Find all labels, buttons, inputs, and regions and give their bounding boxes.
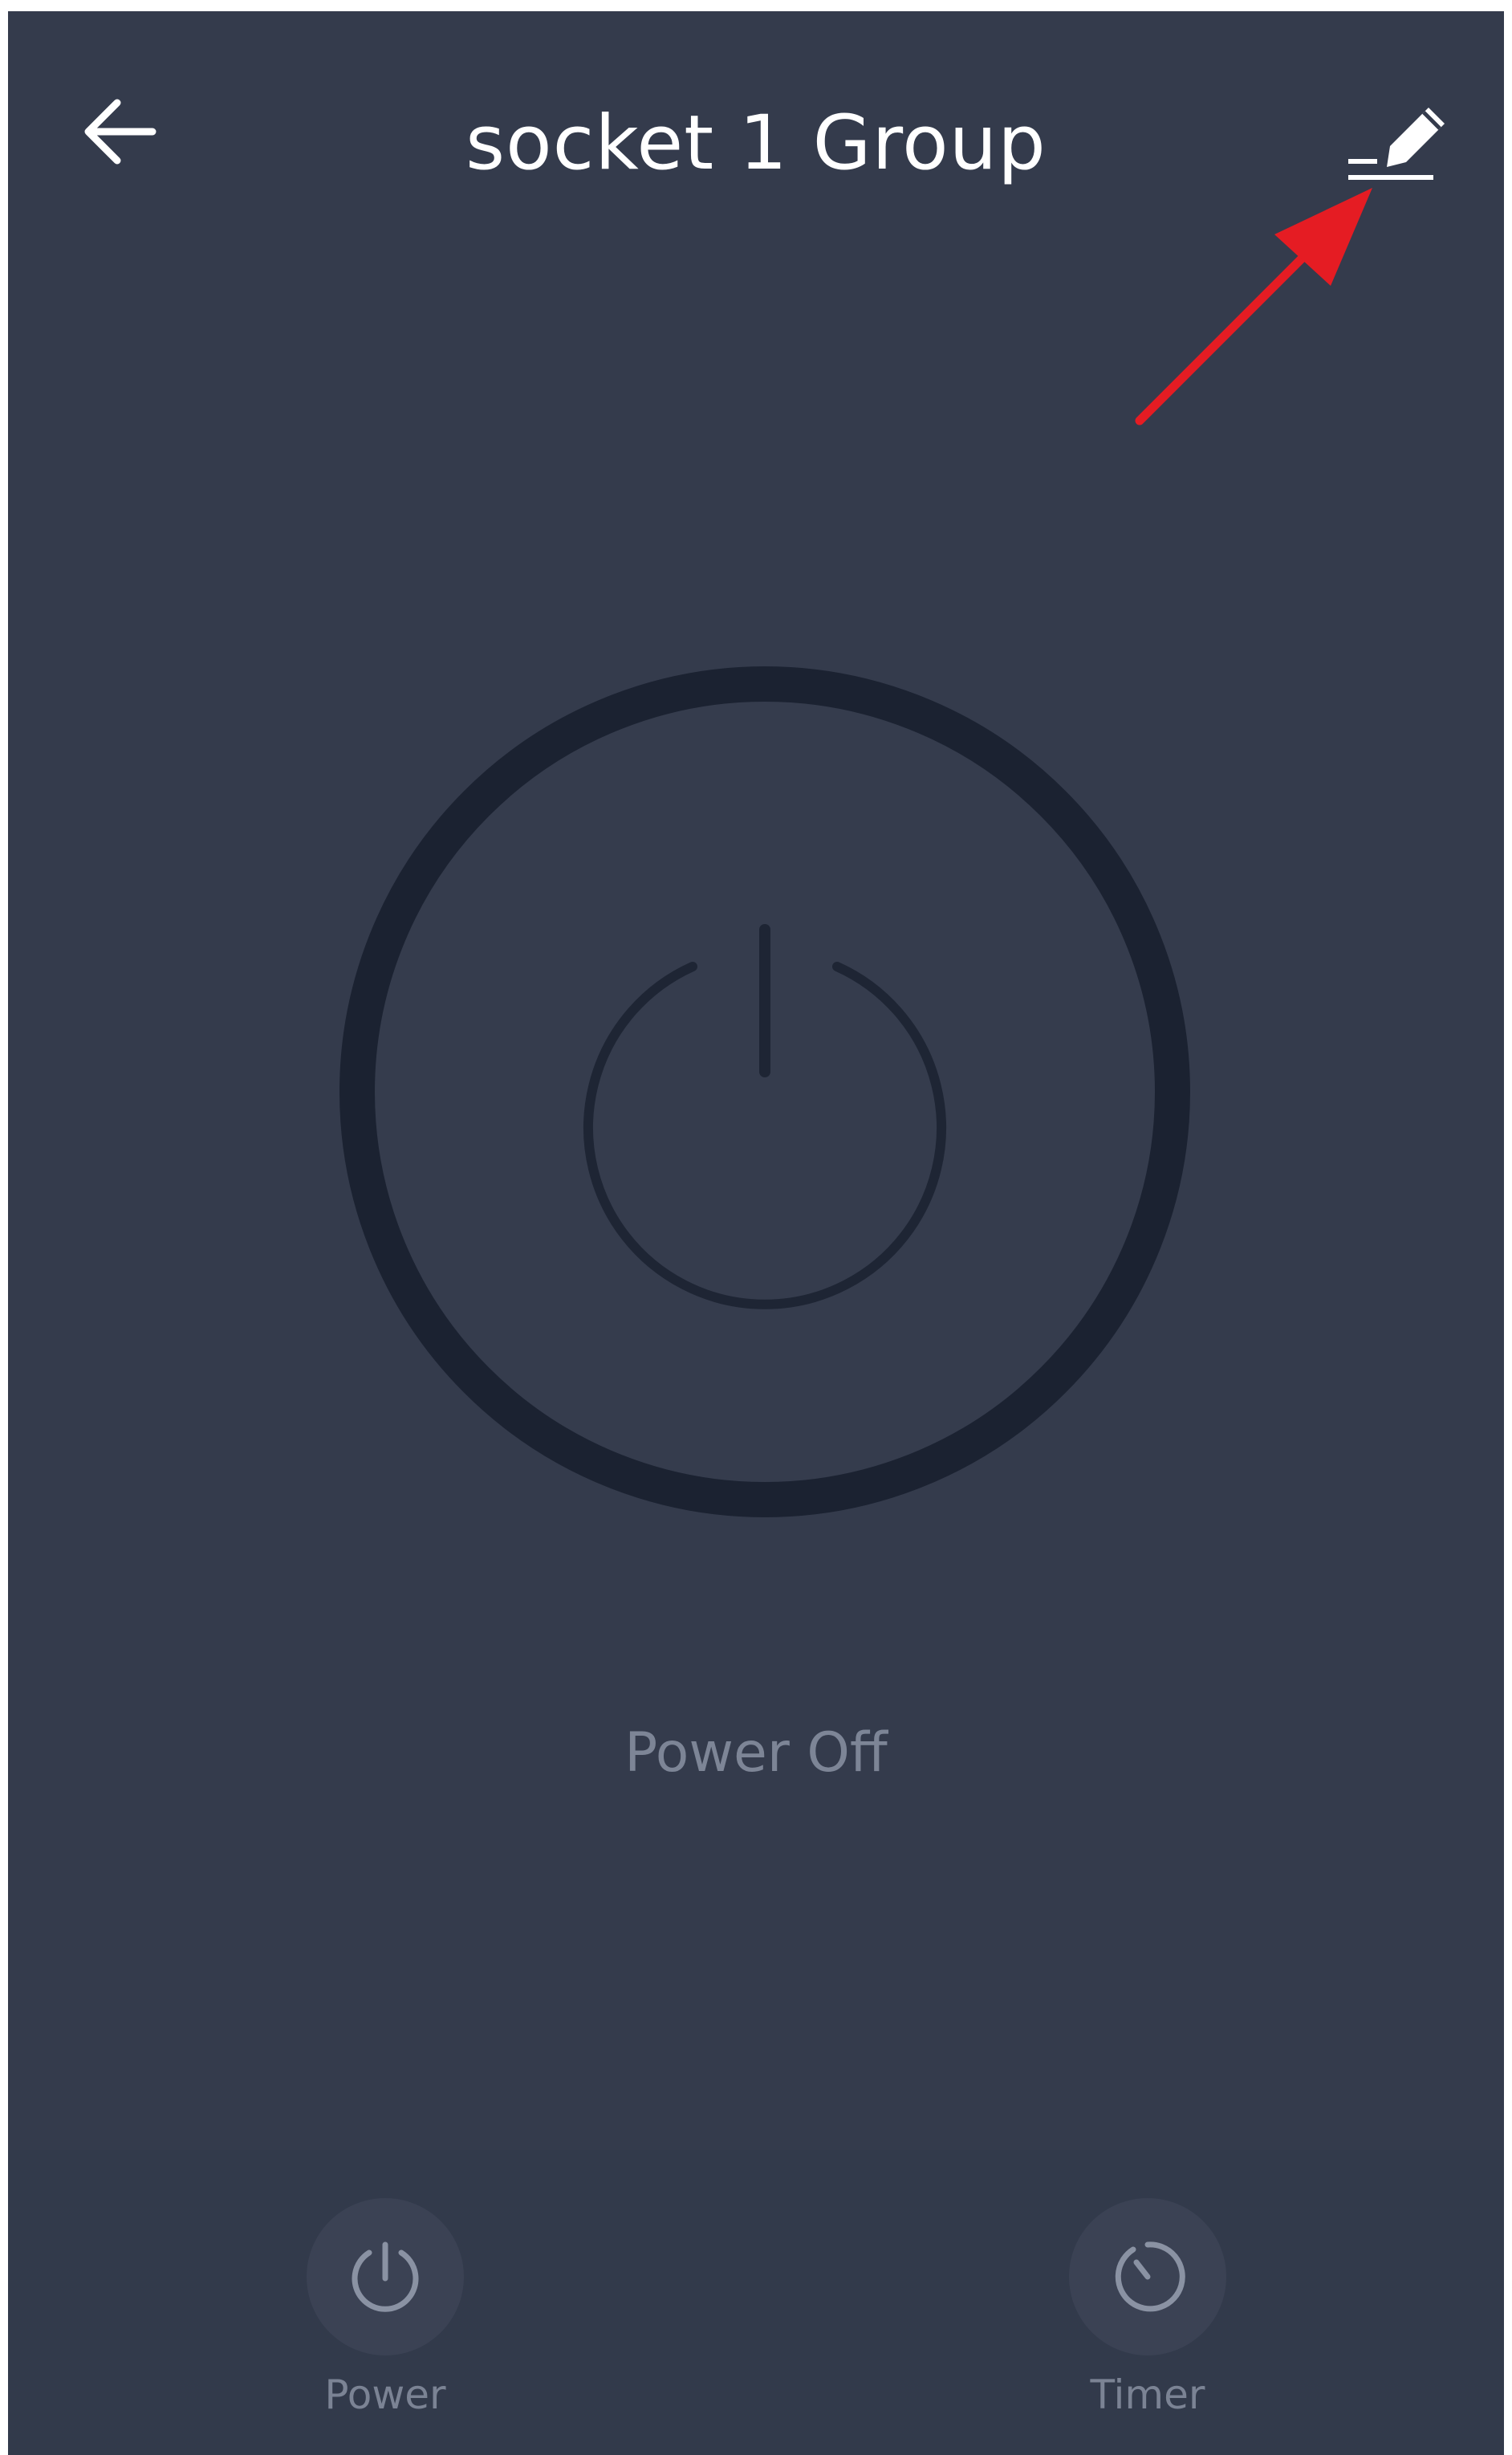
annotation-arrow-icon (1135, 188, 1372, 425)
power-icon (352, 2241, 419, 2312)
power-toggle-button[interactable] (339, 666, 1190, 1517)
bottom-toolbar: Power Timer (8, 2150, 1504, 2455)
tab-power-label: Power (324, 2372, 446, 2418)
tab-timer[interactable]: Timer (1027, 2198, 1268, 2439)
page-title: socket 1 Group (465, 100, 1047, 187)
pencil-edit-icon (1348, 108, 1445, 180)
timer-icon (1115, 2241, 1185, 2312)
power-icon (339, 666, 1190, 1517)
device-screen: socket 1 Group Power Off Power Timer (8, 11, 1504, 2455)
edit-button[interactable] (1340, 83, 1453, 188)
power-status-text: Power Off (624, 1721, 888, 1785)
tab-power-circle (307, 2198, 464, 2355)
tab-timer-label: Timer (1090, 2372, 1205, 2418)
tab-power[interactable]: Power (265, 2198, 506, 2439)
tab-timer-circle (1069, 2198, 1226, 2355)
